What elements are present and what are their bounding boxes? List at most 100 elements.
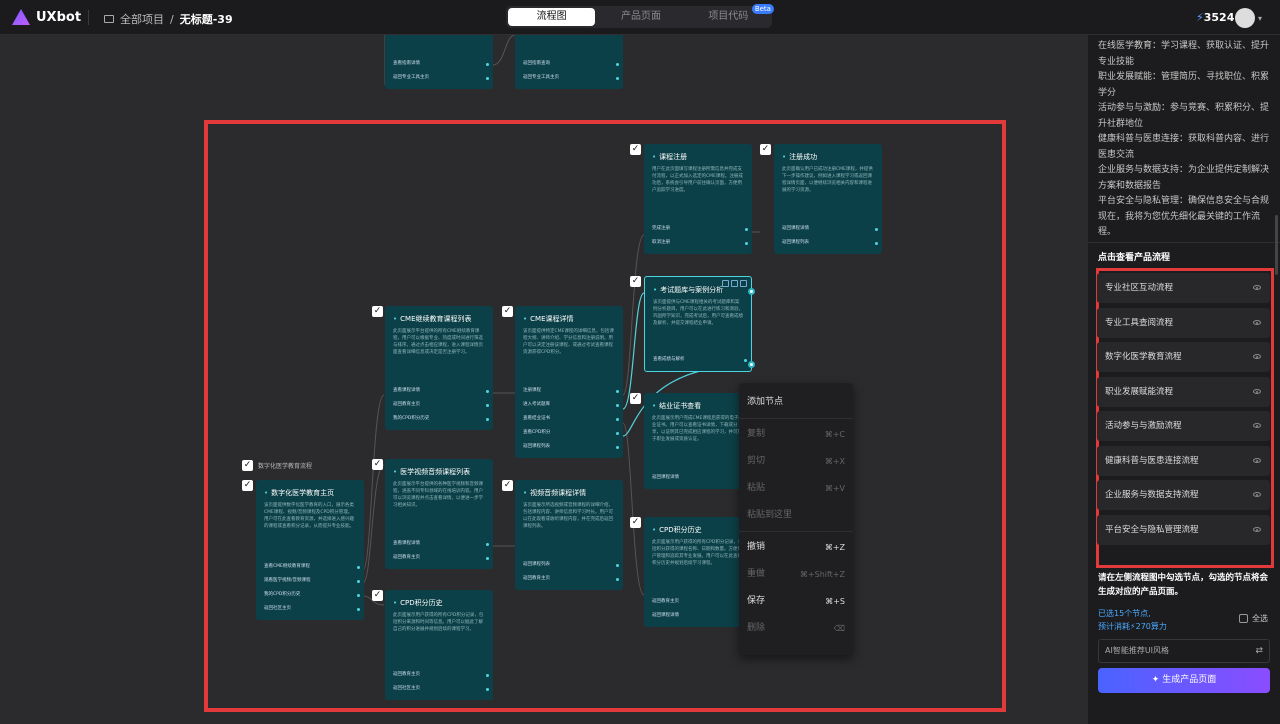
swap-icon[interactable]: ⇄: [1255, 640, 1263, 662]
eye-icon[interactable]: [1253, 389, 1261, 394]
select-all[interactable]: 全选: [1239, 613, 1268, 624]
flow-item[interactable]: 活动参与与激励流程: [1097, 411, 1270, 441]
flow-node[interactable]: 返回指南查询 返回专业工具主页: [515, 35, 623, 89]
node-action[interactable]: 返回教育主页: [652, 595, 748, 609]
node-checkbox[interactable]: ✓: [760, 144, 771, 155]
node-action[interactable]: 返回教育主页: [523, 572, 619, 586]
flow-item[interactable]: 企业服务与数据支持流程: [1097, 480, 1270, 510]
node-action[interactable]: 查看指南详情: [393, 57, 489, 71]
eye-icon[interactable]: [1253, 492, 1261, 497]
node-action[interactable]: 返回专业工具主页: [523, 71, 619, 85]
flow-item[interactable]: 专业工具查阅流程: [1097, 308, 1270, 338]
flow-node-selected[interactable]: 考试题库与案例分析 该页面提供与CME课程相关的考试题库和案例分析题目，用户可以…: [644, 276, 752, 372]
node-action[interactable]: 查看课程详情: [393, 537, 489, 551]
node-action[interactable]: 返回教育主页: [393, 668, 489, 682]
node-checkbox[interactable]: ✓: [630, 276, 641, 287]
eye-icon[interactable]: [1253, 354, 1261, 359]
eye-icon[interactable]: [1253, 423, 1261, 428]
connection-handle[interactable]: [748, 361, 755, 368]
node-action[interactable]: 查看课程详情: [393, 384, 489, 398]
node-action[interactable]: 返回指南查询: [523, 57, 619, 71]
duplicate-icon[interactable]: [731, 280, 738, 287]
node-action[interactable]: 查看CPD积分: [523, 426, 619, 440]
flow-node[interactable]: 数字化医学教育主页 该页面提供数字化医学教育的入口，展示各类CME课程、视频/音…: [256, 480, 364, 620]
node-action[interactable]: 完成注册: [652, 222, 748, 236]
energy-balance[interactable]: ⚡3524: [1196, 11, 1234, 24]
node-action[interactable]: 查看CME继续教育课程: [264, 560, 360, 574]
node-action[interactable]: 返回课程列表: [523, 440, 619, 454]
flow-item[interactable]: 健康科普与医患连接流程: [1097, 446, 1270, 476]
node-action[interactable]: 查看结业证书: [523, 412, 619, 426]
node-action[interactable]: 返回教育主页: [393, 551, 489, 565]
node-checkbox[interactable]: ✓: [372, 306, 383, 317]
flow-node[interactable]: CME继续教育课程列表 此页面展示平台提供的所有CME继续教育课程，用户可以根据…: [385, 306, 493, 430]
eye-icon[interactable]: [1253, 527, 1261, 532]
menu-item-add-node[interactable]: 添加节点: [739, 389, 853, 416]
node-action[interactable]: 返回课程详情: [652, 609, 748, 623]
node-action[interactable]: 返回课程详情: [652, 471, 748, 485]
copy-icon[interactable]: [722, 280, 729, 287]
flow-item[interactable]: 数字化医学教育流程: [1097, 342, 1270, 372]
avatar[interactable]: [1235, 8, 1255, 28]
flow-node[interactable]: 课程注册 用户在此页面填写课程注册所需信息并完成支付流程，以正式加入选定的CME…: [644, 144, 752, 254]
node-checkbox[interactable]: ✓: [242, 480, 253, 491]
node-checkbox[interactable]: ✓: [502, 480, 513, 491]
node-action[interactable]: 取消注册: [652, 236, 748, 250]
flow-node[interactable]: CPD积分历史 此页面展示用户获得的所有CPD积分记录，包括积分来源和时间等信息…: [385, 590, 493, 700]
node-action[interactable]: 返回课程列表: [782, 236, 878, 250]
flow-node[interactable]: CPD积分历史 此页面展示用户获得的所有CPD积分记录，包括积分获得的课程名称、…: [644, 517, 752, 627]
delete-icon[interactable]: [740, 280, 747, 287]
node-checkbox[interactable]: ✓: [630, 393, 641, 404]
node-checkbox[interactable]: ✓: [372, 590, 383, 601]
node-action[interactable]: 查看成绩与解析: [653, 353, 747, 367]
node-action[interactable]: 返回专业工具主页: [393, 71, 489, 85]
node-action[interactable]: 返回课程列表: [523, 558, 619, 572]
node-action[interactable]: 进入考试题库: [523, 398, 619, 412]
logo[interactable]: UXbot: [12, 9, 81, 25]
group-checkbox[interactable]: ✓: [242, 460, 253, 471]
generate-pages-button[interactable]: ✦ 生成产品页面: [1098, 668, 1270, 693]
node-action[interactable]: 观看医学视频/音频课程: [264, 574, 360, 588]
flow-node[interactable]: 医学视频音频课程列表 此页面展示平台提供的各种医学视频和音频课程，涵盖不同专科领…: [385, 459, 493, 569]
tab-flowchart[interactable]: 流程图: [508, 8, 596, 26]
menu-item-paste[interactable]: 粘贴 ⌘+V: [739, 475, 853, 502]
menu-item-save[interactable]: 保存 ⌘+S: [739, 588, 853, 615]
tab-project-code[interactable]: 项目代码 Beta: [685, 4, 774, 28]
scrollbar[interactable]: [1275, 215, 1278, 275]
node-checkbox[interactable]: ✓: [372, 459, 383, 470]
flow-item[interactable]: 专业社区互动流程: [1097, 273, 1270, 303]
flow-node[interactable]: 视频音频课程详情 该页面展示所选视频或音频课程的详细介绍，包括课程内容、讲师信息…: [515, 480, 623, 590]
node-checkbox[interactable]: ✓: [630, 144, 641, 155]
node-action[interactable]: 返回社区主页: [264, 602, 360, 616]
flow-node[interactable]: 查看指南详情 返回专业工具主页: [385, 35, 493, 89]
flow-node[interactable]: 注册成功 此页面确认用户已成功注册CME课程，并提供下一步操作建议，例如进入课程…: [774, 144, 882, 254]
node-checkbox[interactable]: ✓: [502, 306, 513, 317]
flow-node[interactable]: CME课程详情 该页面提供特定CME课程的详细信息，包括课程大纲、讲师介绍、学分…: [515, 306, 623, 458]
eye-icon[interactable]: [1253, 320, 1261, 325]
tab-product-pages[interactable]: 产品页面: [597, 6, 684, 28]
node-action[interactable]: 返回教育主页: [393, 398, 489, 412]
flow-canvas[interactable]: 查看指南详情 返回专业工具主页 返回指南查询 返回专业工具主页 ✓ 数字化医学教…: [0, 35, 1087, 724]
connection-handle[interactable]: [748, 288, 755, 295]
menu-item-copy[interactable]: 复制 ⌘+C: [739, 421, 853, 448]
chevron-down-icon[interactable]: ▾: [1258, 14, 1262, 23]
menu-item-redo[interactable]: 重做 ⌘+Shift+Z: [739, 561, 853, 588]
menu-item-paste-here[interactable]: 粘贴到这里: [739, 502, 853, 529]
eye-icon[interactable]: [1253, 285, 1261, 290]
ui-style-select[interactable]: AI智能推荐UI风格 ⇄: [1098, 639, 1270, 663]
eye-icon[interactable]: [1253, 458, 1261, 463]
node-checkbox[interactable]: ✓: [630, 517, 641, 528]
node-action[interactable]: 注册课程: [523, 384, 619, 398]
breadcrumb-current[interactable]: 无标题-39: [180, 11, 233, 27]
node-action[interactable]: 我的CPD积分历史: [264, 588, 360, 602]
menu-item-undo[interactable]: 撤销 ⌘+Z: [739, 534, 853, 561]
flow-item[interactable]: 平台安全与隐私管理流程: [1097, 515, 1270, 545]
select-all-checkbox[interactable]: [1239, 614, 1248, 623]
node-action[interactable]: 返回社区主页: [393, 682, 489, 696]
menu-item-cut[interactable]: 剪切 ⌘+X: [739, 448, 853, 475]
flow-node[interactable]: 结业证书查看 此页面展示用户完成CME课程后获得的电子结业证书。用户可以查看证书…: [644, 393, 752, 489]
menu-item-delete[interactable]: 删除 ⌫: [739, 615, 853, 642]
node-action[interactable]: 返回课程详情: [782, 222, 878, 236]
breadcrumb-root[interactable]: 全部项目: [120, 11, 164, 27]
node-action[interactable]: 我的CPD积分历史: [393, 412, 489, 426]
